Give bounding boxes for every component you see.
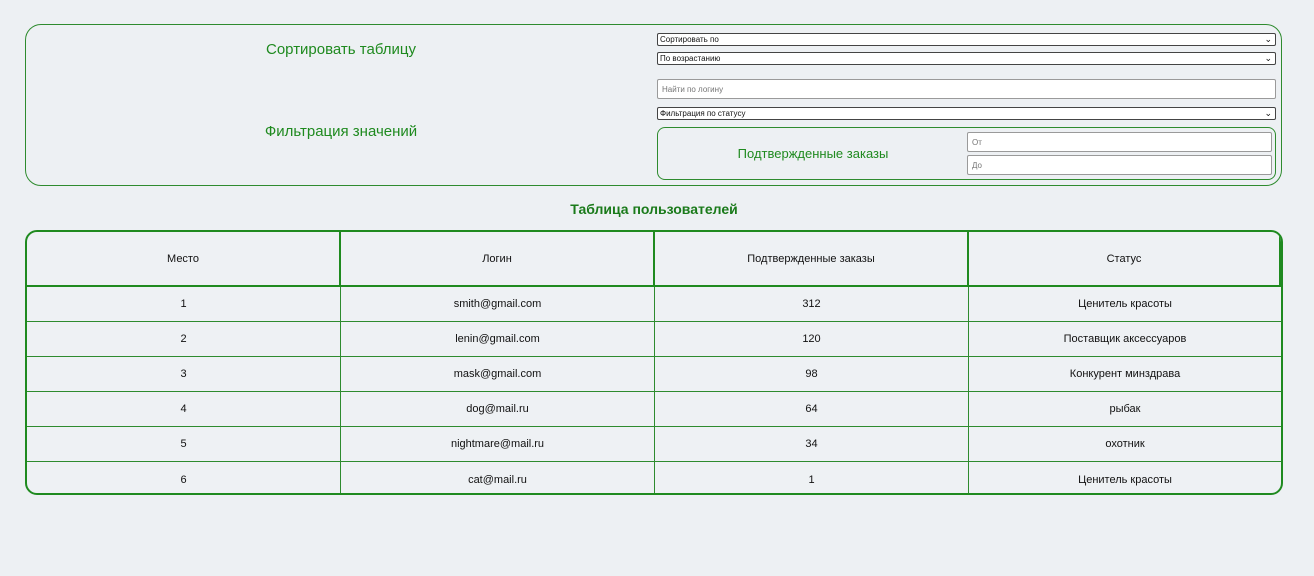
table-header-row: Место Логин Подтвержденные заказы Статус [27,232,1281,287]
cell-place: 3 [27,357,341,391]
users-table: Место Логин Подтвержденные заказы Статус… [25,230,1283,495]
table-row: 6 cat@mail.ru 1 Ценитель красоты [27,462,1281,493]
sort-order-select[interactable]: По возрастанию ⌄ [657,52,1276,65]
cell-login: nightmare@mail.ru [341,427,655,461]
cell-confirmed-orders: 1 [655,462,969,493]
chevron-down-icon: ⌄ [1264,34,1272,44]
chevron-down-icon: ⌄ [1264,108,1272,118]
cell-login: cat@mail.ru [341,462,655,493]
table-row: 3 mask@gmail.com 98 Конкурент минздрава [27,357,1281,392]
filter-values-label: Фильтрация значений [264,123,418,140]
confirmed-from-input[interactable] [967,132,1272,152]
table-title: Таблица пользователей [570,201,738,217]
cell-confirmed-orders: 98 [655,357,969,391]
cell-place: 5 [27,427,341,461]
cell-login: mask@gmail.com [341,357,655,391]
controls-panel: Сортировать таблицу Фильтрация значений … [25,24,1282,186]
cell-confirmed-orders: 120 [655,322,969,356]
table-row: 1 smith@gmail.com 312 Ценитель красоты [27,287,1281,322]
cell-login: dog@mail.ru [341,392,655,426]
status-filter-select[interactable]: Фильтрация по статусу ⌄ [657,107,1276,120]
header-login[interactable]: Логин [341,232,655,285]
sort-order-select-value: По возрастанию [660,54,721,63]
chevron-down-icon: ⌄ [1264,53,1272,63]
cell-status: Поставщик аксессуаров [1063,333,1187,345]
cell-login: smith@gmail.com [341,287,655,321]
cell-status: Конкурент минздрава [1069,368,1181,380]
cell-confirmed-orders: 64 [655,392,969,426]
confirmed-orders-label: Подтвержденные заказы [737,146,889,161]
cell-status: Ценитель красоты [1078,298,1172,310]
cell-place: 6 [27,462,341,493]
header-confirmed-orders[interactable]: Подтвержденные заказы [655,232,969,285]
login-search-input[interactable] [657,79,1276,99]
cell-place: 4 [27,392,341,426]
cell-place: 2 [27,322,341,356]
confirmed-to-input[interactable] [967,155,1272,175]
header-status[interactable]: Статус [969,232,1281,285]
cell-place: 1 [27,287,341,321]
sort-by-select[interactable]: Сортировать по ⌄ [657,33,1276,46]
sort-table-label: Сортировать таблицу [266,41,416,58]
header-place[interactable]: Место [27,232,341,285]
table-row: 2 lenin@gmail.com 120 Поставщик аксессуа… [27,322,1281,357]
table-row: 4 dog@mail.ru 64 рыбак [27,392,1281,427]
cell-login: lenin@gmail.com [341,322,655,356]
cell-confirmed-orders: 312 [655,287,969,321]
sort-by-select-value: Сортировать по [660,35,719,44]
status-filter-select-value: Фильтрация по статусу [660,109,746,118]
table-row: 5 nightmare@mail.ru 34 охотник [27,427,1281,462]
confirmed-orders-filter: Подтвержденные заказы [657,127,1276,180]
cell-confirmed-orders: 34 [655,427,969,461]
cell-status: охотник [1105,438,1145,450]
cell-status: рыбак [1109,403,1141,415]
cell-status: Ценитель красоты [1078,473,1172,486]
